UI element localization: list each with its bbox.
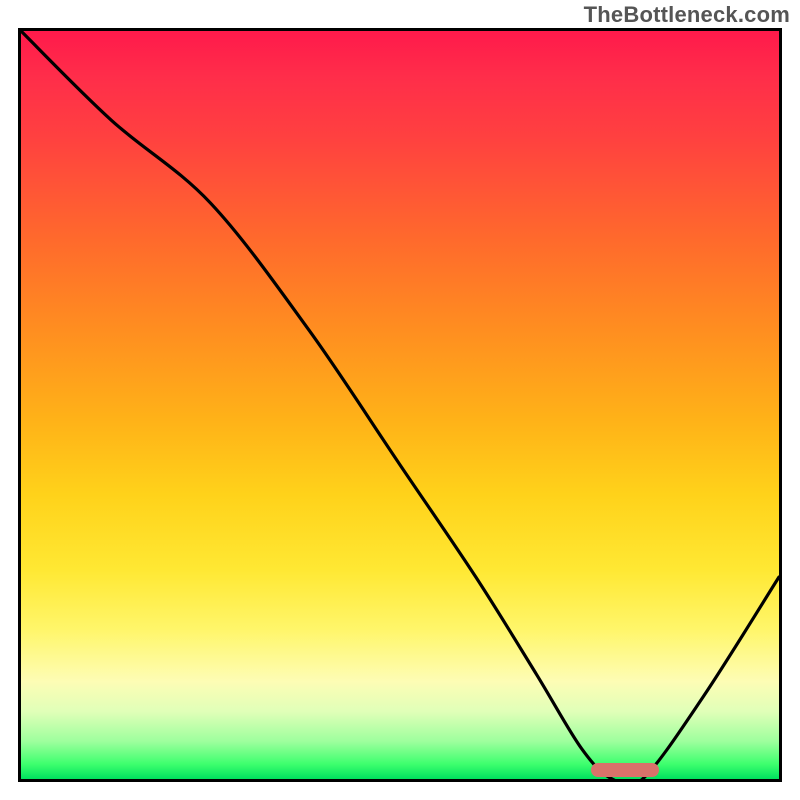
plot-area [18,28,782,782]
optimum-range-marker [591,763,659,777]
bottleneck-curve [21,31,779,779]
watermark-text: TheBottleneck.com [584,2,790,28]
chart-stage: TheBottleneck.com [0,0,800,800]
